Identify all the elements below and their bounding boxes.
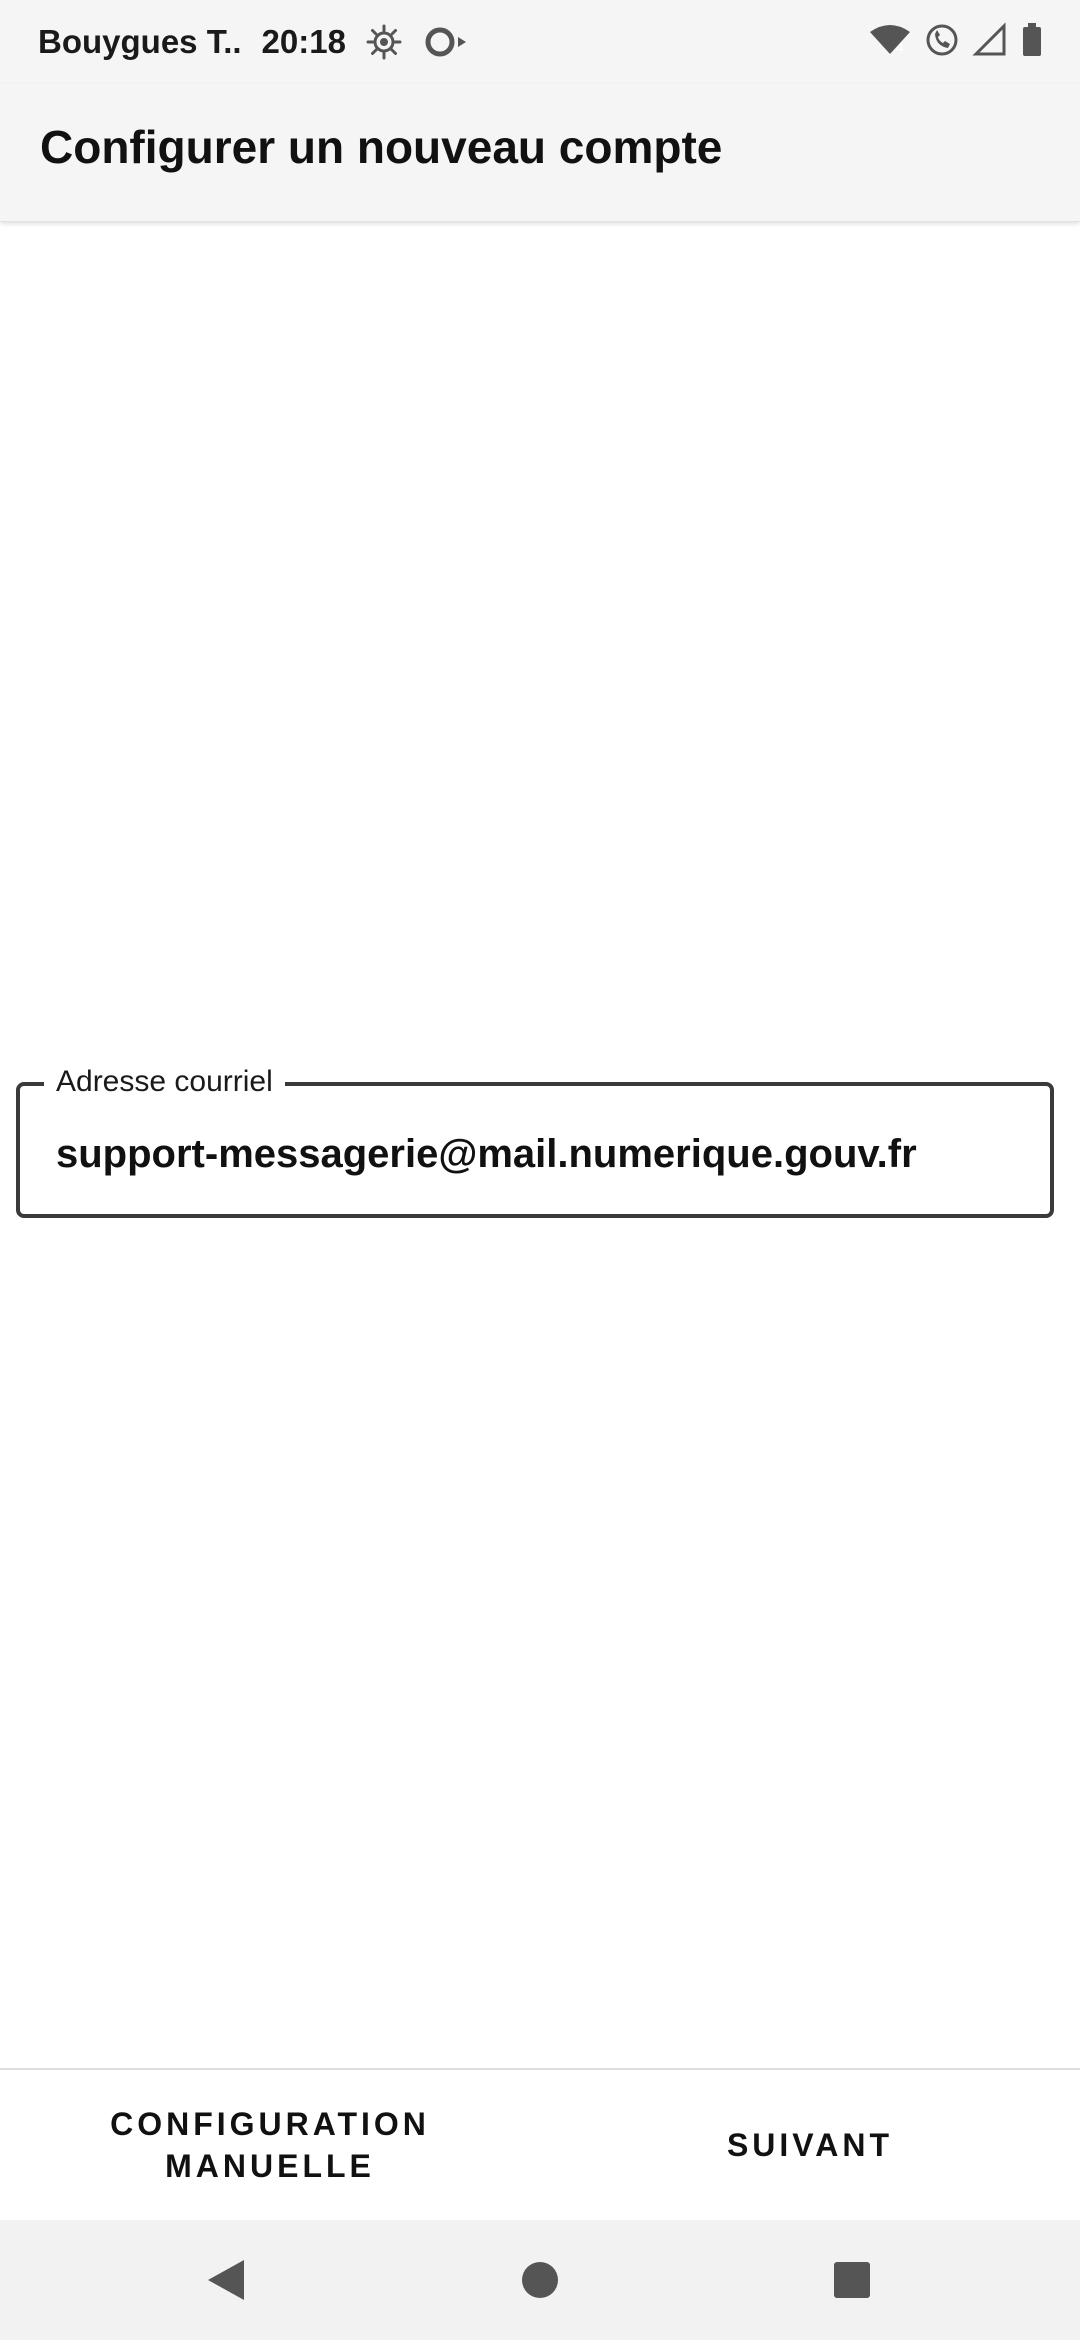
manual-configuration-label: CONFIGURATION MANUELLE [110,2103,430,2187]
manual-configuration-button[interactable]: CONFIGURATION MANUELLE [60,2070,480,2220]
home-button[interactable] [480,2220,600,2340]
bottom-action-bar: CONFIGURATION MANUELLE SUIVANT [0,2068,1080,2220]
wifi-icon: 4 [868,22,912,63]
home-icon [522,2262,558,2298]
sync-icon [422,24,472,60]
status-right: 4 [868,0,1044,84]
email-field-label: Adresse courriel [44,1064,285,1100]
recents-icon [834,2262,870,2298]
carrier-name: Bouygues T.. [38,23,242,60]
back-icon [208,2260,244,2300]
wifi-calling-icon [924,22,960,63]
page-title: Configurer un nouveau compte [40,121,723,173]
email-field[interactable]: Adresse courriel [16,1064,1054,1218]
back-button[interactable] [166,2220,286,2340]
next-button[interactable]: SUIVANT [660,2070,960,2220]
status-bar: Bouygues T.. 20:18 4 [0,0,1080,84]
clock-time: 20:18 [261,23,346,60]
app-bar: Configurer un nouveau compte [0,84,1080,222]
manual-configuration-line2: MANUELLE [165,2148,375,2184]
email-input[interactable] [56,1126,1016,1182]
settings-gear-icon [366,24,402,60]
manual-configuration-line1: CONFIGURATION [110,2106,430,2142]
battery-icon [1020,22,1044,63]
network-badge: 4 [896,39,904,55]
recents-button[interactable] [792,2220,912,2340]
status-left: Bouygues T.. 20:18 [38,0,472,84]
signal-icon [972,21,1008,63]
navigation-bar [0,2220,1080,2340]
